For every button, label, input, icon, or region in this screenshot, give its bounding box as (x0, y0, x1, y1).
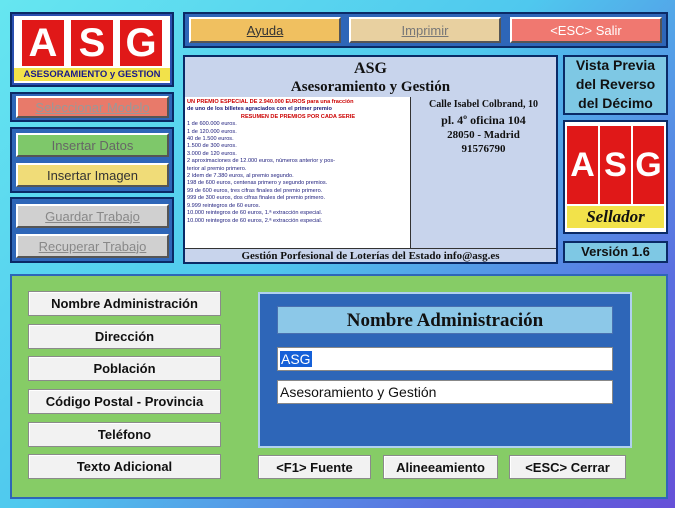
postal-button[interactable]: Código Postal - Provincia (28, 389, 221, 414)
address-block: Calle Isabel Colbrand, 10 pl. 4º oficina… (410, 97, 556, 249)
font-label: <F1> Fuente (276, 459, 353, 475)
version-label: Versión 1.6 (581, 244, 650, 259)
select-model-button[interactable]: Seleccionar Modelo (16, 96, 169, 118)
editor-title: Nombre Administración (346, 310, 544, 331)
close-button[interactable]: <ESC> Cerrar (509, 455, 626, 479)
help-label: Ayuda (246, 22, 284, 38)
prize-line: 198 de 600 euros, centenas primero y seg… (187, 180, 328, 187)
postal-label: Código Postal - Provincia (45, 394, 204, 409)
select-model-label: Seleccionar Modelo (35, 99, 150, 115)
recover-work-label: Recuperar Trabajo (38, 238, 147, 254)
save-work-label: Guardar Trabajo (45, 208, 140, 224)
print-button[interactable]: Imprimir (349, 17, 501, 43)
recover-work-button[interactable]: Recuperar Trabajo (16, 234, 169, 258)
editor-line-2-text: Asesoramiento y Gestión (280, 384, 437, 400)
prize-line: 3.000 de 120 euros. (187, 150, 237, 157)
editor-line-1-text: ASG (280, 351, 312, 367)
prize-line: RESUMEN DE PREMIOS POR CADA SERIE (240, 113, 356, 120)
save-work-button[interactable]: Guardar Trabajo (16, 204, 169, 228)
font-button[interactable]: <F1> Fuente (258, 455, 371, 479)
address-phone: 91576790 (461, 143, 506, 155)
prize-line: 1 de 120.000 euros. (187, 128, 237, 135)
prize-line: 2 aproximaciones de 12.000 euros, número… (187, 158, 336, 165)
logo-letter-a: A (22, 20, 64, 66)
editor-line-1-input[interactable]: ASG (277, 347, 613, 371)
prize-line: 40 de 1.500 euros. (187, 136, 234, 143)
editor-line-2-input[interactable]: Asesoramiento y Gestión (277, 380, 613, 404)
extra-text-label: Texto Adicional (76, 459, 173, 474)
prize-line: 1.500 de 300 euros. (187, 143, 237, 150)
help-button[interactable]: Ayuda (189, 17, 341, 43)
address-line-1: Calle Isabel Colbrand, 10 (429, 99, 538, 110)
preview-subtitle: Asesoramiento y Gestión (290, 79, 451, 95)
phone-label: Teléfono (97, 427, 152, 442)
align-button[interactable]: Alineeamiento (383, 455, 498, 479)
stamp-logo: A S G Sellador (563, 120, 668, 234)
logo-panel: A S G ASESORAMIENTO y GESTION (10, 12, 174, 87)
town-label: Población (93, 361, 156, 376)
address-line-2: pl. 4º oficina 104 (441, 113, 526, 127)
address-button[interactable]: Dirección (28, 324, 221, 349)
prize-text-block: UN PREMIO ESPECIAL DE 2.940.000 EUROS pa… (187, 99, 409, 247)
ticket-preview: ASG Asesoramiento y Gestión UN PREMIO ES… (183, 55, 558, 264)
exit-label: <ESC> Salir (550, 22, 622, 38)
print-label: Imprimir (401, 22, 449, 38)
insert-data-button[interactable]: Insertar Datos (16, 133, 169, 157)
phone-button[interactable]: Teléfono (28, 422, 221, 447)
prize-line: 9.999 reintegros de 60 euros. (187, 202, 261, 209)
stamp-letter-s: S (600, 126, 631, 204)
address-line-3: 28050 - Madrid (447, 129, 520, 141)
town-button[interactable]: Población (28, 356, 221, 381)
editor-title-bar: Nombre Administración (277, 306, 613, 334)
stamp-letter-a: A (567, 126, 598, 204)
logo-letter-g: G (120, 20, 162, 66)
admin-name-label: Nombre Administración (51, 296, 198, 311)
prize-line: de uno de los billetes agraciados con el… (187, 106, 332, 113)
prize-line: 1 de 600.000 euros. (187, 121, 237, 128)
address-label: Dirección (94, 329, 155, 344)
insert-data-label: Insertar Datos (51, 137, 134, 153)
close-label: <ESC> Cerrar (525, 459, 610, 475)
prize-line: 999 de 300 euros, dos cifras finales del… (187, 195, 326, 202)
insert-image-label: Insertar Imagen (46, 167, 139, 183)
prize-line: 99 de 600 euros, tres cifras finales del… (187, 187, 323, 194)
reverse-heading: Vista Previa del Reverso del Décimo (575, 57, 656, 111)
prize-line: 2 ídem de 7.380 euros, al premio segundo… (187, 173, 294, 180)
preview-header: ASG Asesoramiento y Gestión (185, 57, 556, 97)
logo-caption: ASESORAMIENTO y GESTION (14, 68, 170, 81)
logo-letter-s: S (71, 20, 113, 66)
admin-name-button[interactable]: Nombre Administración (28, 291, 221, 316)
preview-footer: Gestión Porfesional de Loterías del Esta… (185, 248, 556, 262)
prize-line: 10.000 reintegros de 60 euros, 2.ª extra… (187, 217, 323, 224)
prize-line: 10.000 reintegros de 60 euros, 1.ª extra… (187, 210, 323, 217)
preview-title: ASG (354, 60, 387, 77)
insert-image-button[interactable]: Insertar Imagen (16, 163, 169, 187)
stamp-caption: Sellador (567, 206, 664, 228)
prize-line: terior al premio primero. (187, 165, 247, 172)
exit-button[interactable]: <ESC> Salir (510, 17, 662, 43)
prize-line: UN PREMIO ESPECIAL DE 2.940.000 EUROS pa… (187, 99, 354, 105)
stamp-letter-g: G (633, 126, 664, 204)
extra-text-button[interactable]: Texto Adicional (28, 454, 221, 479)
align-label: Alineeamiento (396, 459, 485, 475)
asg-logo: A S G ASESORAMIENTO y GESTION (14, 16, 170, 83)
